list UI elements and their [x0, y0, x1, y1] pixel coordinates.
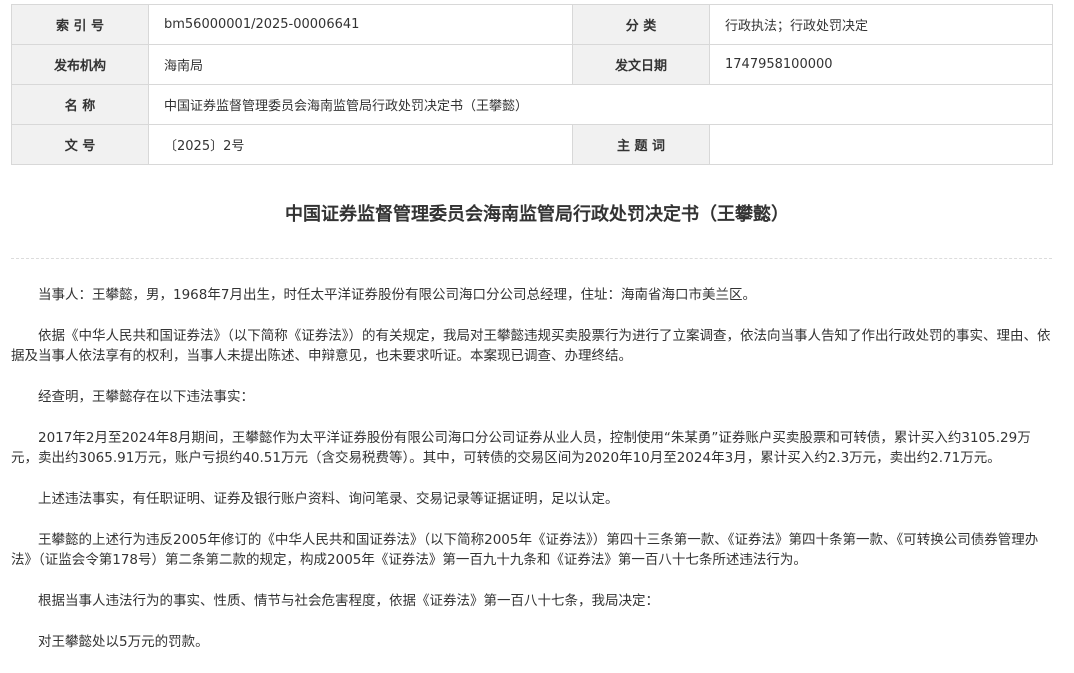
publisher-label: 发布机构	[11, 44, 149, 85]
document-number-value: 〔2025〕2号	[148, 124, 573, 165]
metadata-row-name: 名 称 中国证券监督管理委员会海南监管局行政处罚决定书（王攀懿）	[11, 84, 1053, 125]
metadata-row-index: 索 引 号 bm56000001/2025-00006641 分 类 行政执法；…	[11, 4, 1053, 45]
body-paragraph: 当事人：王攀懿，男，1968年7月出生，时任太平洋证券股份有限公司海口分公司总经…	[38, 287, 756, 303]
keywords-label: 主 题 词	[572, 124, 710, 165]
document-title: 中国证券监督管理委员会海南监管局行政处罚决定书（王攀懿）	[285, 204, 789, 225]
document-metadata-table: 索 引 号 bm56000001/2025-00006641 分 类 行政执法；…	[11, 4, 1053, 165]
index-number-value: bm56000001/2025-00006641	[148, 4, 573, 45]
keywords-value	[709, 124, 1053, 165]
title-divider	[11, 258, 1052, 259]
document-name-label: 名 称	[11, 84, 149, 125]
body-paragraph: 依据《中华人民共和国证券法》（以下简称《证券法》）的有关规定，我局对王攀懿违规买…	[11, 328, 1051, 364]
metadata-row-doc-number: 文 号 〔2025〕2号 主 题 词	[11, 124, 1053, 165]
body-paragraph: 王攀懿的上述行为违反2005年修订的《中华人民共和国证券法》（以下简称2005年…	[11, 532, 1039, 568]
document-number-label: 文 号	[11, 124, 149, 165]
document-name-value: 中国证券监督管理委员会海南监管局行政处罚决定书（王攀懿）	[148, 84, 1053, 125]
document-body: 当事人：王攀懿，男，1968年7月出生，时任太平洋证券股份有限公司海口分公司总经…	[11, 285, 1056, 673]
body-paragraph: 经查明，王攀懿存在以下违法事实：	[38, 389, 254, 405]
index-number-label: 索 引 号	[11, 4, 149, 45]
body-paragraph: 根据当事人违法行为的事实、性质、情节与社会危害程度，依据《证券法》第一百八十七条…	[38, 593, 659, 609]
issue-date-label: 发文日期	[572, 44, 710, 85]
body-paragraph: 对王攀懿处以5万元的罚款。	[38, 634, 209, 650]
issue-date-value: 1747958100000	[709, 44, 1053, 85]
body-paragraph: 上述违法事实，有任职证明、证券及银行账户资料、询问笔录、交易记录等证据证明，足以…	[38, 491, 619, 507]
metadata-row-publisher: 发布机构 海南局 发文日期 1747958100000	[11, 44, 1053, 85]
category-value: 行政执法；行政处罚决定	[709, 4, 1053, 45]
body-paragraph: 2017年2月至2024年8月期间，王攀懿作为太平洋证券股份有限公司海口分公司证…	[11, 430, 1031, 466]
publisher-value: 海南局	[148, 44, 573, 85]
category-label: 分 类	[572, 4, 710, 45]
